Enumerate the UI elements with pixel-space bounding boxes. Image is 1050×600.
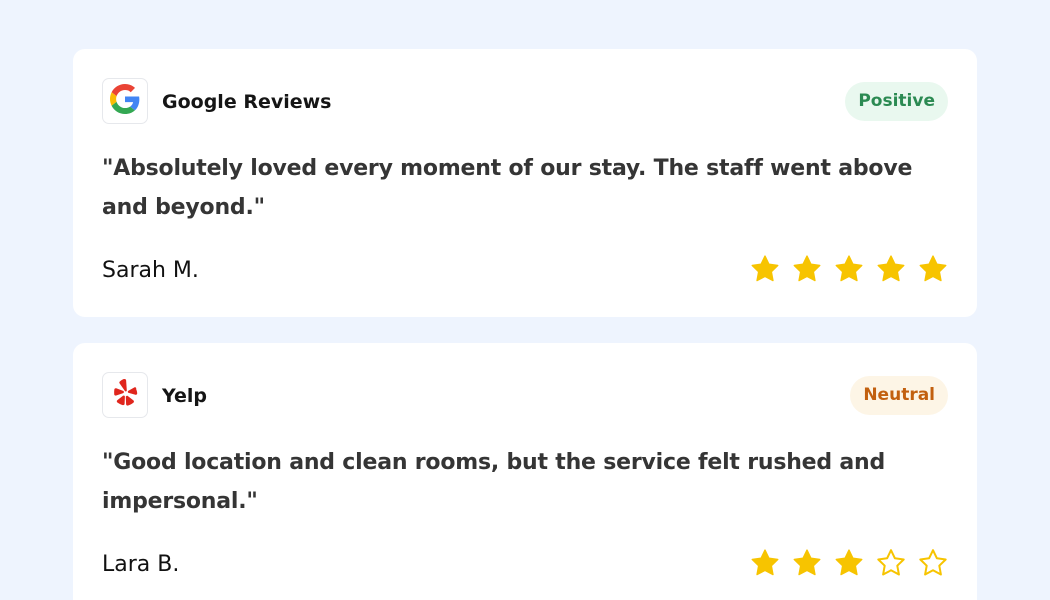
star-filled-icon [751, 255, 779, 282]
star-filled-icon [835, 255, 863, 282]
star-filled-icon [793, 549, 821, 576]
review-card: Yelp Neutral "Good location and clean ro… [73, 343, 977, 600]
review-author: Lara B. [102, 552, 180, 577]
source-logo [102, 78, 148, 124]
sentiment-badge: Positive [845, 82, 948, 121]
sentiment-badge: Neutral [850, 376, 948, 415]
review-author: Sarah M. [102, 258, 199, 283]
review-card: Google Reviews Positive "Absolutely love… [73, 49, 977, 317]
source-logo [102, 372, 148, 418]
yelp-logo-icon [112, 378, 138, 412]
review-quote: "Absolutely loved every moment of our st… [102, 156, 913, 220]
star-empty-icon [877, 549, 905, 576]
star-filled-icon [751, 549, 779, 576]
google-logo-icon [110, 84, 140, 118]
star-rating [750, 548, 948, 578]
star-filled-icon [793, 255, 821, 282]
star-filled-icon [919, 255, 947, 282]
star-rating [750, 254, 948, 284]
star-filled-icon [877, 255, 905, 282]
reviews-page: Google Reviews Positive "Absolutely love… [0, 0, 1050, 600]
review-quote: "Good location and clean rooms, but the … [102, 450, 886, 514]
star-filled-icon [835, 549, 863, 576]
star-empty-icon [919, 549, 947, 576]
source-name: Yelp [162, 385, 208, 407]
source-name: Google Reviews [162, 91, 332, 113]
